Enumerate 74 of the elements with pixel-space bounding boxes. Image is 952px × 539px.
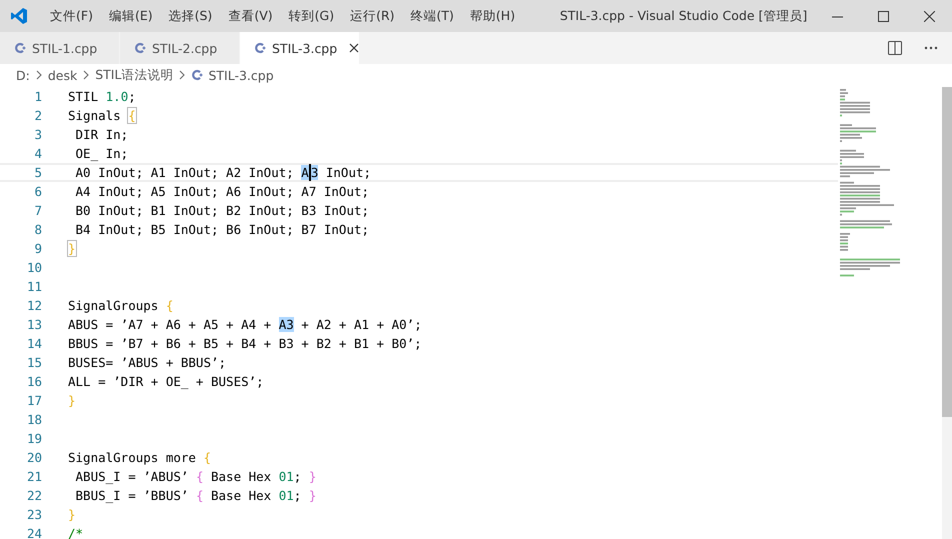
line-number: 6 (33, 184, 42, 199)
menu-item[interactable]: 终端(T) (402, 8, 462, 24)
cpp-file-icon (254, 42, 266, 54)
close-icon[interactable] (924, 10, 934, 22)
line-number: 15 (26, 355, 42, 370)
breadcrumb-item[interactable]: STIL-3.cpp (208, 68, 274, 82)
menu-item[interactable]: 转到(G) (280, 8, 342, 24)
chevron-icon (34, 70, 43, 80)
line-number: 21 (26, 469, 42, 484)
line-number: 3 (33, 127, 42, 142)
split-editor-icon[interactable] (888, 41, 902, 55)
line-number: 11 (26, 279, 42, 294)
code-text: ABUS = ’A7 + A6 + A5 + A4 + A3 + A2 + A1 + A0’; (68, 317, 422, 332)
line-number: 24 (26, 526, 42, 539)
code-text: STIL 1.0; (68, 89, 136, 104)
code-text: ABUS_I = ’ABUS’ { Base Hex 01; } (74, 469, 316, 484)
line-number: 2 (33, 108, 42, 123)
line-number: 23 (26, 507, 42, 522)
editor-tab[interactable]: STIL-2.cpp (120, 32, 240, 64)
code-text: BUSES= ’ABUS + BBUS’; (68, 355, 226, 370)
app-logo-icon (10, 7, 28, 25)
line-number: 19 (26, 431, 42, 446)
menu-item[interactable]: 帮助(H) (462, 8, 524, 24)
code-text: } (68, 507, 76, 522)
menu-item[interactable]: 查看(V) (220, 8, 281, 24)
line-number: 7 (33, 203, 42, 218)
code-text: A4 InOut; A5 InOut; A6 InOut; A7 InOut; (74, 184, 370, 199)
breadcrumb-item[interactable]: D: (16, 68, 30, 82)
cpp-file-icon (14, 42, 26, 54)
line-number: 13 (26, 317, 42, 332)
line-number: 1 (33, 89, 42, 104)
code-text: B0 InOut; B1 InOut; B2 InOut; B3 InOut; (74, 203, 370, 218)
breadcrumb-item[interactable]: STIL语法说明 (95, 66, 174, 84)
line-number: 5 (33, 165, 42, 180)
code-text: OE_ In; (74, 146, 128, 161)
cpp-file-icon (191, 69, 204, 81)
more-icon[interactable] (924, 46, 938, 50)
line-number: 20 (26, 450, 42, 465)
chevron-icon (82, 70, 90, 80)
menu-item[interactable]: 文件(F) (42, 8, 101, 24)
code-text: DIR In; (74, 127, 128, 142)
maximize-icon[interactable] (878, 10, 888, 22)
close-icon[interactable] (349, 43, 359, 53)
code-text: ALL = ’DIR + OE_ + BUSES’; (68, 374, 264, 389)
line-number: 12 (26, 298, 42, 313)
menu-item[interactable]: 编辑(E) (100, 8, 161, 24)
line-number: 18 (26, 412, 42, 427)
menu-item[interactable]: 运行(R) (342, 8, 403, 24)
code-text: Signals { (68, 108, 136, 123)
line-number: 14 (26, 336, 42, 351)
scrollbar[interactable] (942, 87, 952, 539)
line-number: 4 (33, 146, 42, 161)
line-number: 10 (26, 260, 42, 275)
code-text: A0 InOut; A1 InOut; A2 InOut; A 3 InOut; (74, 164, 372, 181)
cpp-file-icon (134, 42, 146, 54)
window-title: STIL-3.cpp - Visual Studio Code [管理员] (558, 8, 808, 24)
code-text: SignalGroups more { (68, 450, 211, 465)
line-number: 22 (26, 488, 42, 503)
code-text: BBUS = ’B7 + B6 + B5 + B4 + B3 + B2 + B1 + B0’; (68, 336, 422, 351)
editor-tab[interactable]: STIL-1.cpp (0, 32, 120, 64)
line-number: 9 (33, 241, 42, 256)
code-text: } (68, 393, 76, 408)
code-text: } (68, 241, 76, 256)
breadcrumb-item[interactable]: desk (48, 68, 78, 82)
code-text: SignalGroups { (68, 298, 174, 313)
menu-item[interactable]: 选择(S) (160, 8, 220, 24)
code-text: BBUS_I = ’BBUS’ { Base Hex 01; } (74, 488, 316, 503)
editor-tab[interactable]: STIL-3.cpp (240, 32, 360, 64)
line-number: 8 (33, 222, 42, 237)
chevron-icon (178, 70, 186, 80)
code-text: /* (68, 526, 84, 539)
line-number: 16 (26, 374, 42, 389)
code-text: B4 InOut; B5 InOut; B6 InOut; B7 InOut; (74, 222, 370, 237)
line-number: 17 (26, 393, 42, 408)
